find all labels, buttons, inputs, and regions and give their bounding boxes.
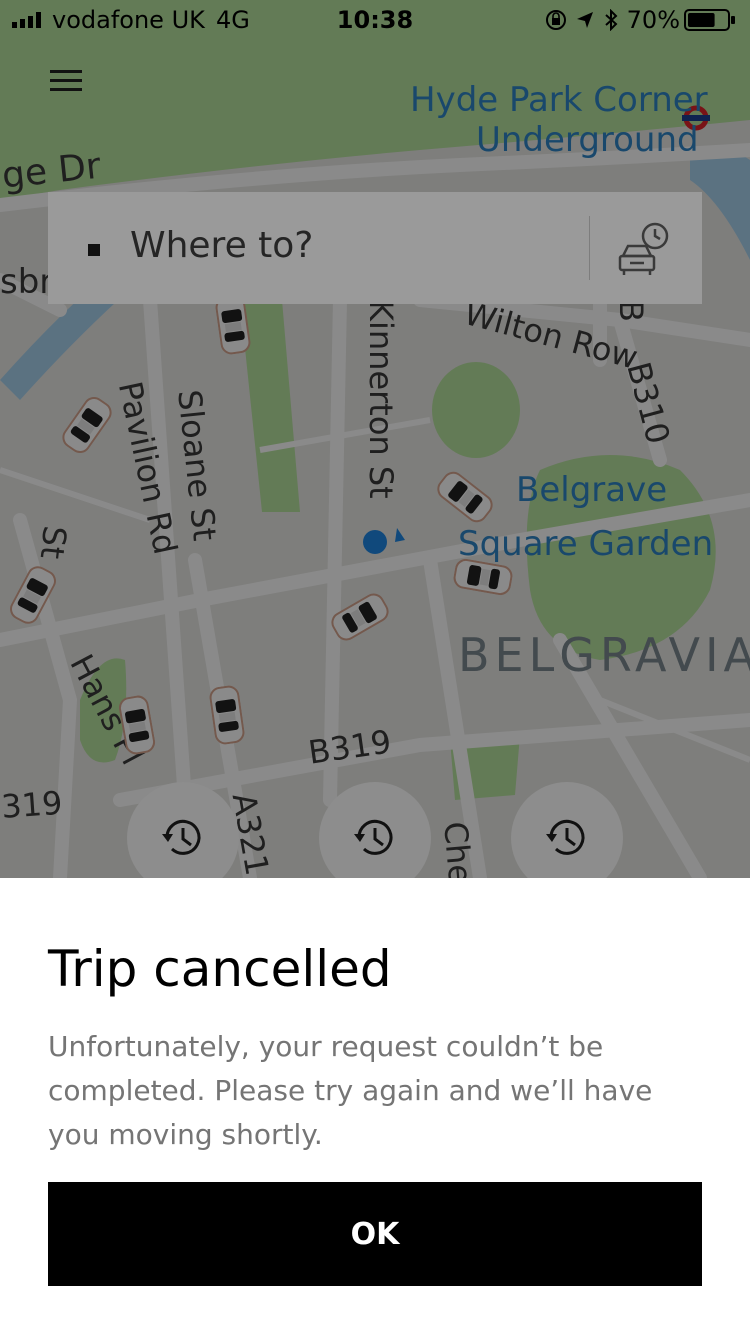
- schedule-ride-button[interactable]: [613, 218, 675, 280]
- menu-hamburger-icon[interactable]: [44, 64, 88, 104]
- battery-icon: [684, 9, 735, 31]
- dialog-title: Trip cancelled: [48, 940, 392, 998]
- dialog-message: Unfortunately, your request couldn’t be …: [48, 1030, 653, 1151]
- bluetooth-icon: [604, 9, 618, 31]
- orientation-lock-icon: [545, 10, 566, 30]
- status-bar: vodafone UK 4G 10:38 70%: [0, 0, 750, 40]
- battery-percentage: 70%: [626, 6, 680, 34]
- search-divider: [589, 216, 590, 280]
- history-clock-icon: [162, 819, 201, 855]
- where-to-placeholder: Where to?: [130, 225, 314, 266]
- schedule-car-icon: [618, 222, 669, 275]
- destination-square-icon: [88, 244, 100, 256]
- map-view[interactable]: Hyde Park Corner Underground ge Dr sbr W…: [0, 0, 750, 878]
- trip-cancelled-dialog: Trip cancelled Unfortunately, your reque…: [0, 878, 750, 1334]
- location-arrow-icon: [576, 12, 593, 28]
- where-to-search-bar[interactable]: Where to?: [48, 192, 702, 304]
- ok-button[interactable]: OK: [48, 1182, 702, 1286]
- history-clock-icon: [546, 819, 585, 855]
- history-clock-icon: [354, 819, 393, 855]
- map-dim-overlay: [0, 0, 750, 878]
